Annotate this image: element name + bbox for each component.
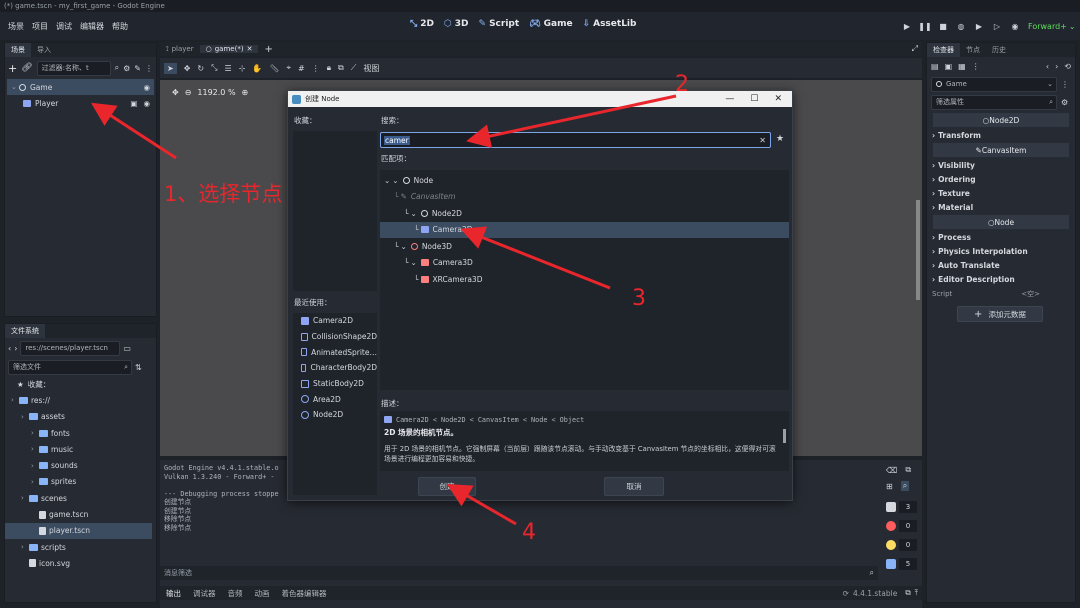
annotation-step-2: 2 xyxy=(675,72,689,97)
annotation-arrow-2 xyxy=(466,94,677,148)
annotation-step-1: 1、选择节点 xyxy=(164,182,283,206)
tutorial-annotations xyxy=(90,94,677,526)
annotation-arrow-4 xyxy=(446,483,517,526)
annotation-arrow-3 xyxy=(460,226,611,290)
annotation-step-4: 4 xyxy=(522,520,536,545)
annotation-step-3: 3 xyxy=(632,286,646,311)
annotation-arrow-1 xyxy=(90,102,177,160)
